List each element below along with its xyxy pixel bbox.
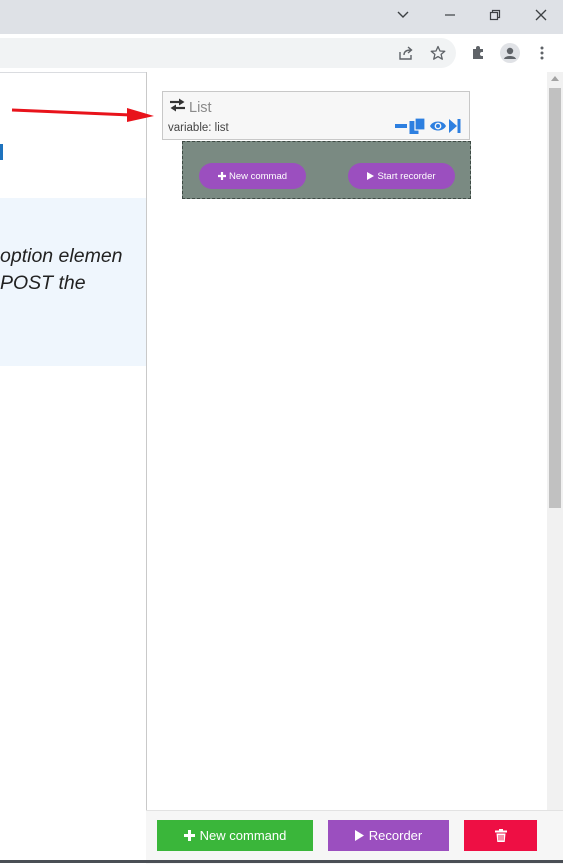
note-line-1: option elemen <box>0 245 123 267</box>
more-vertical-icon <box>540 46 544 60</box>
minus-icon[interactable] <box>395 118 407 134</box>
trash-icon <box>494 829 507 842</box>
list-command-card[interactable]: List variable: list <box>162 91 470 140</box>
share-button[interactable] <box>394 41 418 65</box>
scrollbar-thumb[interactable] <box>549 88 561 508</box>
extensions-button[interactable] <box>466 41 490 65</box>
minimize-button[interactable] <box>427 0 473 30</box>
chevron-down-icon <box>397 11 409 18</box>
card-title: List <box>189 100 212 116</box>
profile-button[interactable] <box>498 41 522 65</box>
scroll-up-arrow-icon[interactable] <box>551 76 559 81</box>
dropzone-start-recorder-label: Start recorder <box>377 170 436 182</box>
address-bar[interactable] <box>0 38 456 68</box>
card-action-icons <box>395 118 461 134</box>
star-icon <box>430 45 446 60</box>
nested-commands-dropzone[interactable]: New commad Start recorder <box>182 141 471 199</box>
heading-fragment <box>0 144 3 160</box>
red-arrow-annotation <box>11 108 154 122</box>
note-line-2: POST the <box>0 272 86 294</box>
browser-title-bar <box>0 0 563 34</box>
browser-toolbar <box>0 34 563 73</box>
restore-icon <box>489 9 501 21</box>
panel-scrollbar[interactable] <box>547 72 563 810</box>
new-command-label: New command <box>199 828 287 843</box>
panel-footer: New command Recorder <box>146 810 563 864</box>
card-variable-label: variable: list <box>168 122 229 134</box>
avatar-icon <box>500 43 520 63</box>
step-forward-icon[interactable] <box>449 118 461 134</box>
restore-button[interactable] <box>472 0 518 30</box>
puzzle-icon <box>473 46 483 59</box>
swap-arrows-icon <box>170 98 185 112</box>
dropzone-start-recorder-button[interactable]: Start recorder <box>348 163 455 189</box>
share-icon <box>399 46 413 60</box>
dropzone-new-command-button[interactable]: New commad <box>199 163 306 189</box>
plus-icon <box>217 172 226 180</box>
delete-button[interactable] <box>464 820 537 851</box>
browser-menu-button[interactable] <box>530 41 554 65</box>
close-window-button[interactable] <box>518 0 563 30</box>
bookmark-button[interactable] <box>426 41 450 65</box>
play-icon <box>354 830 364 841</box>
recorder-button[interactable]: Recorder <box>328 820 449 851</box>
tab-search-button[interactable] <box>380 0 426 30</box>
plus-icon <box>183 830 195 841</box>
copy-icon[interactable] <box>409 118 427 134</box>
recorder-label: Recorder <box>368 828 423 843</box>
new-command-button[interactable]: New command <box>157 820 313 851</box>
minimize-icon <box>445 14 455 16</box>
play-icon <box>367 172 375 180</box>
eye-icon[interactable] <box>429 118 447 134</box>
dropzone-new-command-label: New commad <box>228 170 288 182</box>
close-icon <box>535 9 547 21</box>
